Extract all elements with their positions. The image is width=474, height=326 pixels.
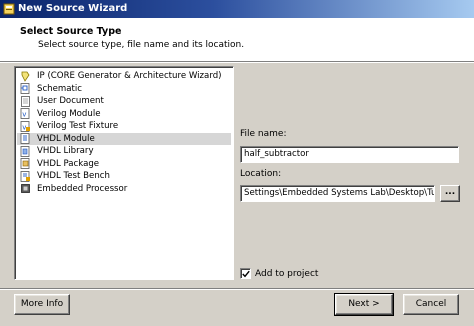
- list-item-vhdl-package[interactable]: VHDL Package: [17, 158, 231, 170]
- title-bar[interactable]: New Source Wizard: [0, 0, 474, 18]
- list-item-label: VHDL Test Bench: [37, 171, 110, 181]
- ip-core-icon: [20, 71, 31, 82]
- list-item-label: Verilog Module: [37, 108, 101, 119]
- page-subtitle: Select source type, file name and its lo…: [38, 40, 245, 50]
- file-name-label: File name:: [240, 129, 287, 139]
- list-item-label: Schematic: [37, 83, 83, 94]
- more-info-button[interactable]: More Info: [14, 294, 70, 315]
- list-item-label: VHDL Package: [37, 158, 100, 169]
- verilog-test-fixture-icon: v: [20, 120, 31, 132]
- page-title: Select Source Type: [20, 26, 122, 37]
- list-item-vhdl-module[interactable]: VHDL Module: [17, 132, 231, 145]
- svg-text:v: v: [22, 111, 26, 119]
- schematic-icon: [20, 83, 31, 94]
- browse-button[interactable]: ...: [440, 185, 460, 202]
- window-title: New Source Wizard: [18, 3, 128, 14]
- list-item-label: VHDL Library: [37, 146, 94, 156]
- list-item-label: User Document: [37, 96, 104, 106]
- cancel-button[interactable]: Cancel: [403, 294, 459, 315]
- list-item-ip-core[interactable]: IP (CORE Generator & Architecture Wizard…: [17, 70, 231, 82]
- vhdl-library-icon: [20, 145, 31, 157]
- file-name-input[interactable]: half_subtractor: [240, 146, 459, 163]
- wizard-app-icon: [3, 3, 15, 15]
- location-input[interactable]: Settings\Embedded Systems Lab\Desktop\Tu…: [240, 185, 435, 202]
- list-item-embedded-processor[interactable]: Embedded Processor: [17, 183, 231, 195]
- list-item-verilog-test-fixture[interactable]: v Verilog Test Fixture: [17, 120, 231, 132]
- verilog-module-icon: v: [20, 108, 31, 119]
- list-item-verilog-module[interactable]: v Verilog Module: [17, 108, 231, 120]
- document-icon: [20, 95, 31, 107]
- list-item-label: VHDL Module: [37, 133, 95, 144]
- svg-text:v: v: [22, 123, 26, 131]
- next-button[interactable]: Next >: [334, 293, 394, 316]
- list-item-label: IP (CORE Generator & Architecture Wizard…: [37, 71, 222, 81]
- list-item-label: Embedded Processor: [37, 183, 128, 194]
- vhdl-package-icon: [20, 158, 31, 169]
- list-item-vhdl-library[interactable]: VHDL Library: [17, 145, 231, 157]
- wizard-header: Select Source Type Select source type, f…: [0, 18, 474, 62]
- add-to-project-checkbox[interactable]: [240, 268, 251, 279]
- checkmark-icon: [242, 270, 250, 278]
- vhdl-module-icon: [20, 133, 31, 144]
- add-to-project-label: Add to project: [255, 268, 319, 279]
- vhdl-test-bench-icon: [20, 170, 31, 182]
- list-item-user-document[interactable]: User Document: [17, 95, 231, 107]
- source-type-list[interactable]: IP (CORE Generator & Architecture Wizard…: [14, 66, 234, 280]
- list-item-schematic[interactable]: Schematic: [17, 83, 231, 95]
- list-item-label: Verilog Test Fixture: [37, 121, 119, 131]
- location-label: Location:: [240, 169, 282, 179]
- list-item-vhdl-test-bench[interactable]: VHDL Test Bench: [17, 170, 231, 182]
- add-to-project-row[interactable]: Add to project: [240, 267, 318, 280]
- embedded-processor-icon: [20, 183, 31, 194]
